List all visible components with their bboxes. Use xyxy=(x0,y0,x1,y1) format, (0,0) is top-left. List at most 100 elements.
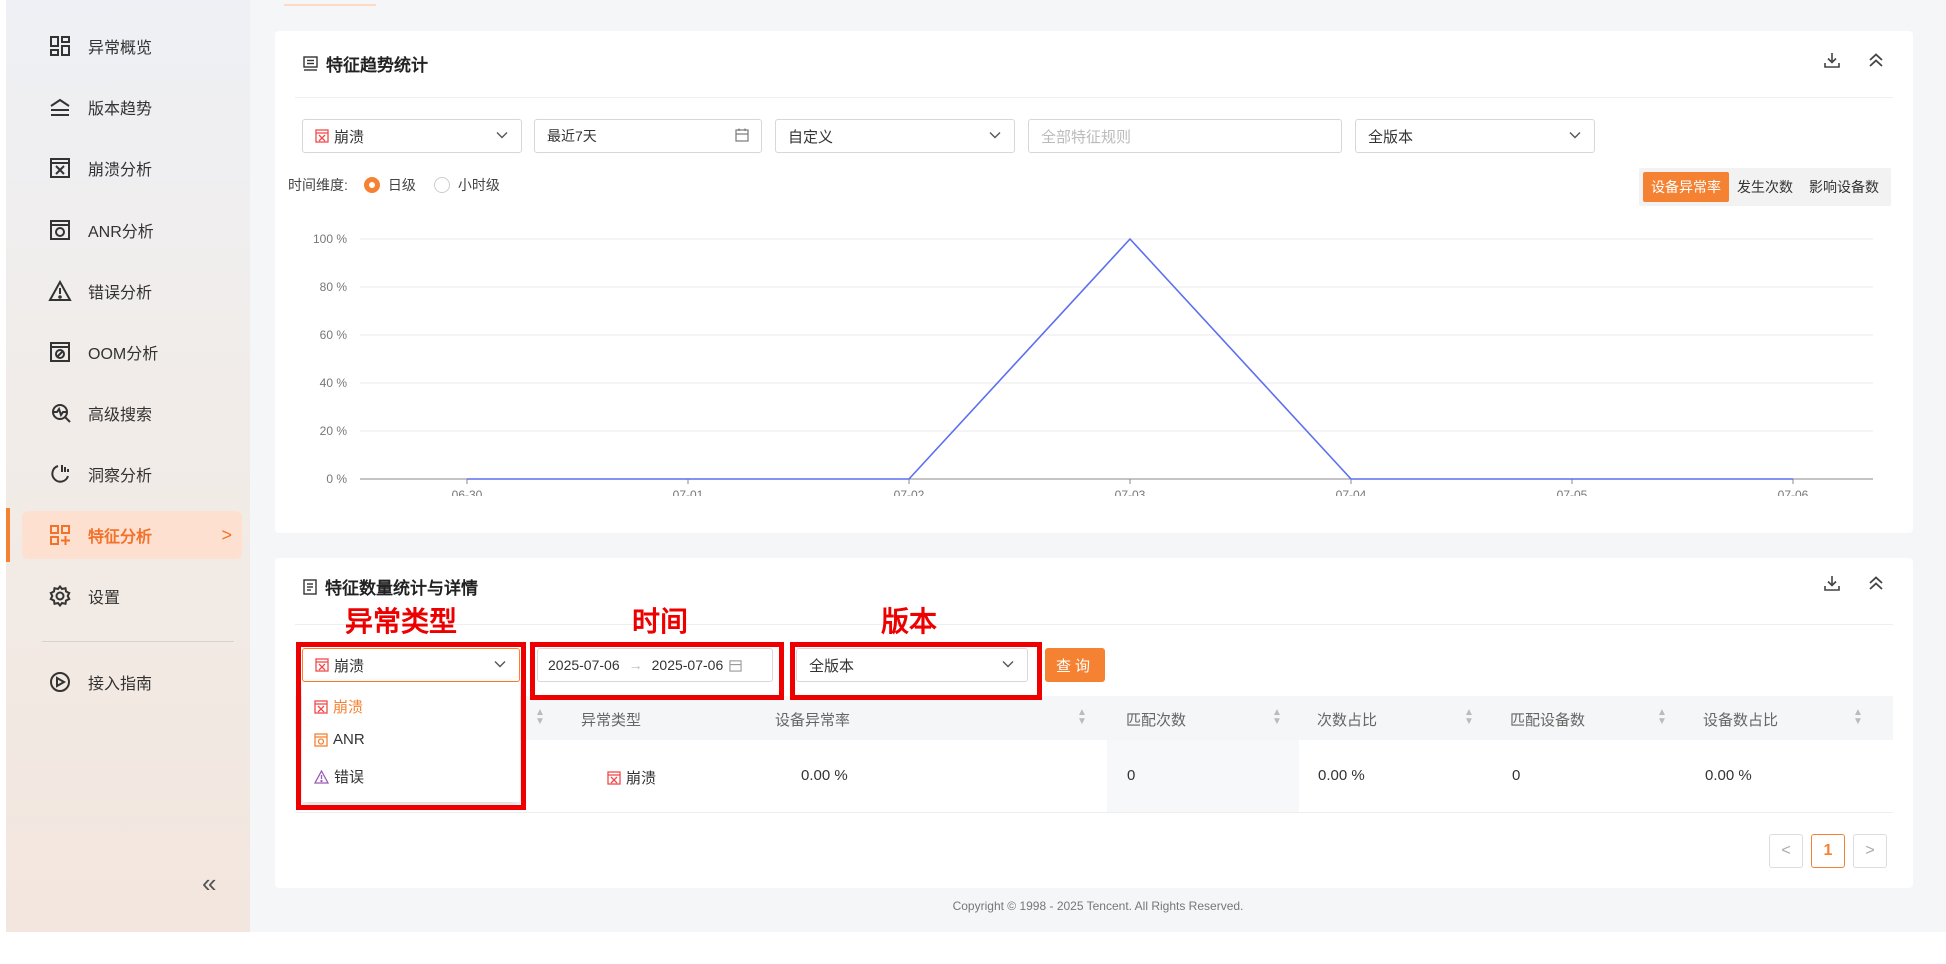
compass-icon xyxy=(48,670,72,694)
y-tick-label: 60 % xyxy=(320,328,348,342)
y-tick-label: 20 % xyxy=(320,424,348,438)
sidebar-item-label: 设置 xyxy=(88,590,121,607)
page-1-button[interactable]: 1 xyxy=(1811,834,1845,868)
chevron-down-icon xyxy=(988,128,1002,146)
card-title-icon xyxy=(303,56,318,71)
anr-window-icon xyxy=(48,218,72,242)
cell-type: 崩溃 xyxy=(607,767,656,788)
card-divider xyxy=(295,97,1893,98)
annotation-label-type: 异常类型 xyxy=(345,606,458,637)
y-tick-label: 80 % xyxy=(320,280,348,294)
cell-count: 0 xyxy=(1127,767,1136,784)
sort-icon[interactable]: ▲ ▼ xyxy=(1077,708,1087,727)
crash-box-icon xyxy=(48,156,72,180)
cell-count-ratio: 0.00 % xyxy=(1318,767,1365,784)
y-tick-label: 40 % xyxy=(320,376,348,390)
trend-lines-icon xyxy=(48,95,72,119)
oom-window-icon xyxy=(48,340,72,364)
trend-card-title: 特征趋势统计 xyxy=(303,51,428,76)
x-tick-label: 07-05 xyxy=(1557,488,1588,496)
collapse-up-icon[interactable] xyxy=(1867,574,1885,597)
sidebar-item-version-trend[interactable]: 版本趋势 xyxy=(22,83,242,131)
sidebar-item-label: 版本趋势 xyxy=(88,101,153,118)
top-strip xyxy=(250,0,1946,8)
sidebar-item-label: ANR分析 xyxy=(88,224,154,241)
chevron-down-icon xyxy=(495,128,509,146)
cell-devices: 0 xyxy=(1512,767,1521,784)
exception-type-select[interactable]: 崩溃 xyxy=(302,119,522,153)
sidebar-item-label: OOM分析 xyxy=(88,346,159,363)
table-header: ▲ ▼ 异常类型 设备异常率 ▲ ▼ 匹配次数 ▲ ▼ 次数占比 ▲ ▼ 匹配设备数 ▲… xyxy=(295,696,1893,740)
next-page-button[interactable]: > xyxy=(1853,834,1887,868)
footer-copyright: Copyright © 1998 - 2025 Tencent. All Rig… xyxy=(952,899,1244,913)
radio-daily[interactable] xyxy=(363,177,380,193)
download-icon[interactable] xyxy=(1823,51,1841,74)
active-indicator xyxy=(6,508,10,562)
sidebar-divider xyxy=(42,641,234,642)
sidebar-item-feature[interactable]: 特征分析 > xyxy=(22,511,242,559)
trend-chart: 0 % 20 % 40 % 60 % 80 % 100 % 06-30 07-01 07-02 0… xyxy=(313,232,1873,496)
sidebar-item-insight[interactable]: 洞察分析 xyxy=(22,450,242,498)
col-devices: 匹配设备数 xyxy=(1510,712,1586,729)
sidebar-item-label: 错误分析 xyxy=(88,285,153,302)
date-range-select[interactable]: 最近7天 xyxy=(534,119,762,153)
warning-triangle-icon xyxy=(48,279,72,303)
trend-card: 特征趋势统计 崩溃 最近7天 自定义 全部特征规则 全版本 时间维度: 日级 小… xyxy=(275,31,1913,533)
sort-icon[interactable]: ▲ ▼ xyxy=(1272,708,1282,727)
trend-card-actions xyxy=(1823,51,1885,74)
sidebar-item-guide[interactable]: 接入指南 xyxy=(22,658,242,706)
version-select[interactable]: 全版本 xyxy=(1355,119,1595,153)
sidebar-item-label: 接入指南 xyxy=(88,676,153,693)
y-tick-label: 100 % xyxy=(313,232,347,246)
chevron-down-icon xyxy=(1568,128,1582,146)
crash-box-icon xyxy=(315,129,329,143)
time-dimension: 时间维度: 日级 小时级 xyxy=(288,177,500,193)
cell-device-ratio: 0.00 % xyxy=(1705,767,1752,784)
sidebar-item-crash[interactable]: 崩溃分析 xyxy=(22,144,242,192)
calendar-icon xyxy=(735,128,749,145)
gear-icon xyxy=(48,584,72,608)
col-type: 异常类型 xyxy=(581,712,642,729)
x-tick-label: 07-03 xyxy=(1115,488,1146,496)
collapse-sidebar-button[interactable]: « xyxy=(202,868,216,899)
sidebar-item-oom[interactable]: OOM分析 xyxy=(22,328,242,376)
prev-page-button[interactable]: < xyxy=(1769,834,1803,868)
sort-icon[interactable]: ▲ ▼ xyxy=(1464,708,1474,727)
sidebar-item-overview[interactable]: 异常概览 xyxy=(22,22,242,70)
sidebar-item-label: 崩溃分析 xyxy=(88,162,153,179)
chevron-right-icon: > xyxy=(221,524,232,545)
col-count-ratio: 次数占比 xyxy=(1317,712,1378,729)
sidebar-item-label: 异常概览 xyxy=(88,40,153,57)
sidebar-item-anr[interactable]: ANR分析 xyxy=(22,206,242,254)
annotation-box-time xyxy=(530,642,784,700)
detail-card-title: 特征数量统计与详情 xyxy=(303,574,478,599)
annotation-box-version xyxy=(790,642,1042,700)
query-button[interactable]: 查询 xyxy=(1045,648,1105,682)
search-pulse-icon xyxy=(48,401,72,425)
x-tick-label: 06-30 xyxy=(452,488,483,496)
sidebar-item-settings[interactable]: 设置 xyxy=(22,572,242,620)
series-line xyxy=(467,237,1793,480)
sidebar-item-label: 特征分析 xyxy=(88,529,153,546)
highlight-column xyxy=(1107,740,1299,812)
feature-rule-input[interactable]: 全部特征规则 xyxy=(1028,119,1342,153)
collapse-up-icon[interactable] xyxy=(1867,51,1885,74)
radio-hourly[interactable] xyxy=(433,177,450,193)
annotation-label-time: 时间 xyxy=(632,606,689,637)
x-tick-label: 07-06 xyxy=(1778,488,1809,496)
x-tick-label: 07-02 xyxy=(894,488,925,496)
y-tick-label: 0 % xyxy=(326,472,347,486)
dashboard-grid-icon xyxy=(48,34,72,58)
sort-icon[interactable]: ▲ ▼ xyxy=(535,708,545,727)
sidebar-item-advanced-search[interactable]: 高级搜索 xyxy=(22,389,242,437)
detail-card-actions xyxy=(1823,574,1885,597)
sort-icon[interactable]: ▲ ▼ xyxy=(1657,708,1667,727)
sidebar-item-error[interactable]: 错误分析 xyxy=(22,267,242,315)
sidebar-item-label: 洞察分析 xyxy=(88,468,153,485)
x-tick-label: 07-01 xyxy=(673,488,704,496)
download-icon[interactable] xyxy=(1823,574,1841,597)
sidebar-item-label: 高级搜索 xyxy=(88,407,153,424)
sort-icon[interactable]: ▲ ▼ xyxy=(1853,708,1863,727)
custom-select[interactable]: 自定义 xyxy=(775,119,1015,153)
top-tab-indicator xyxy=(284,0,376,6)
